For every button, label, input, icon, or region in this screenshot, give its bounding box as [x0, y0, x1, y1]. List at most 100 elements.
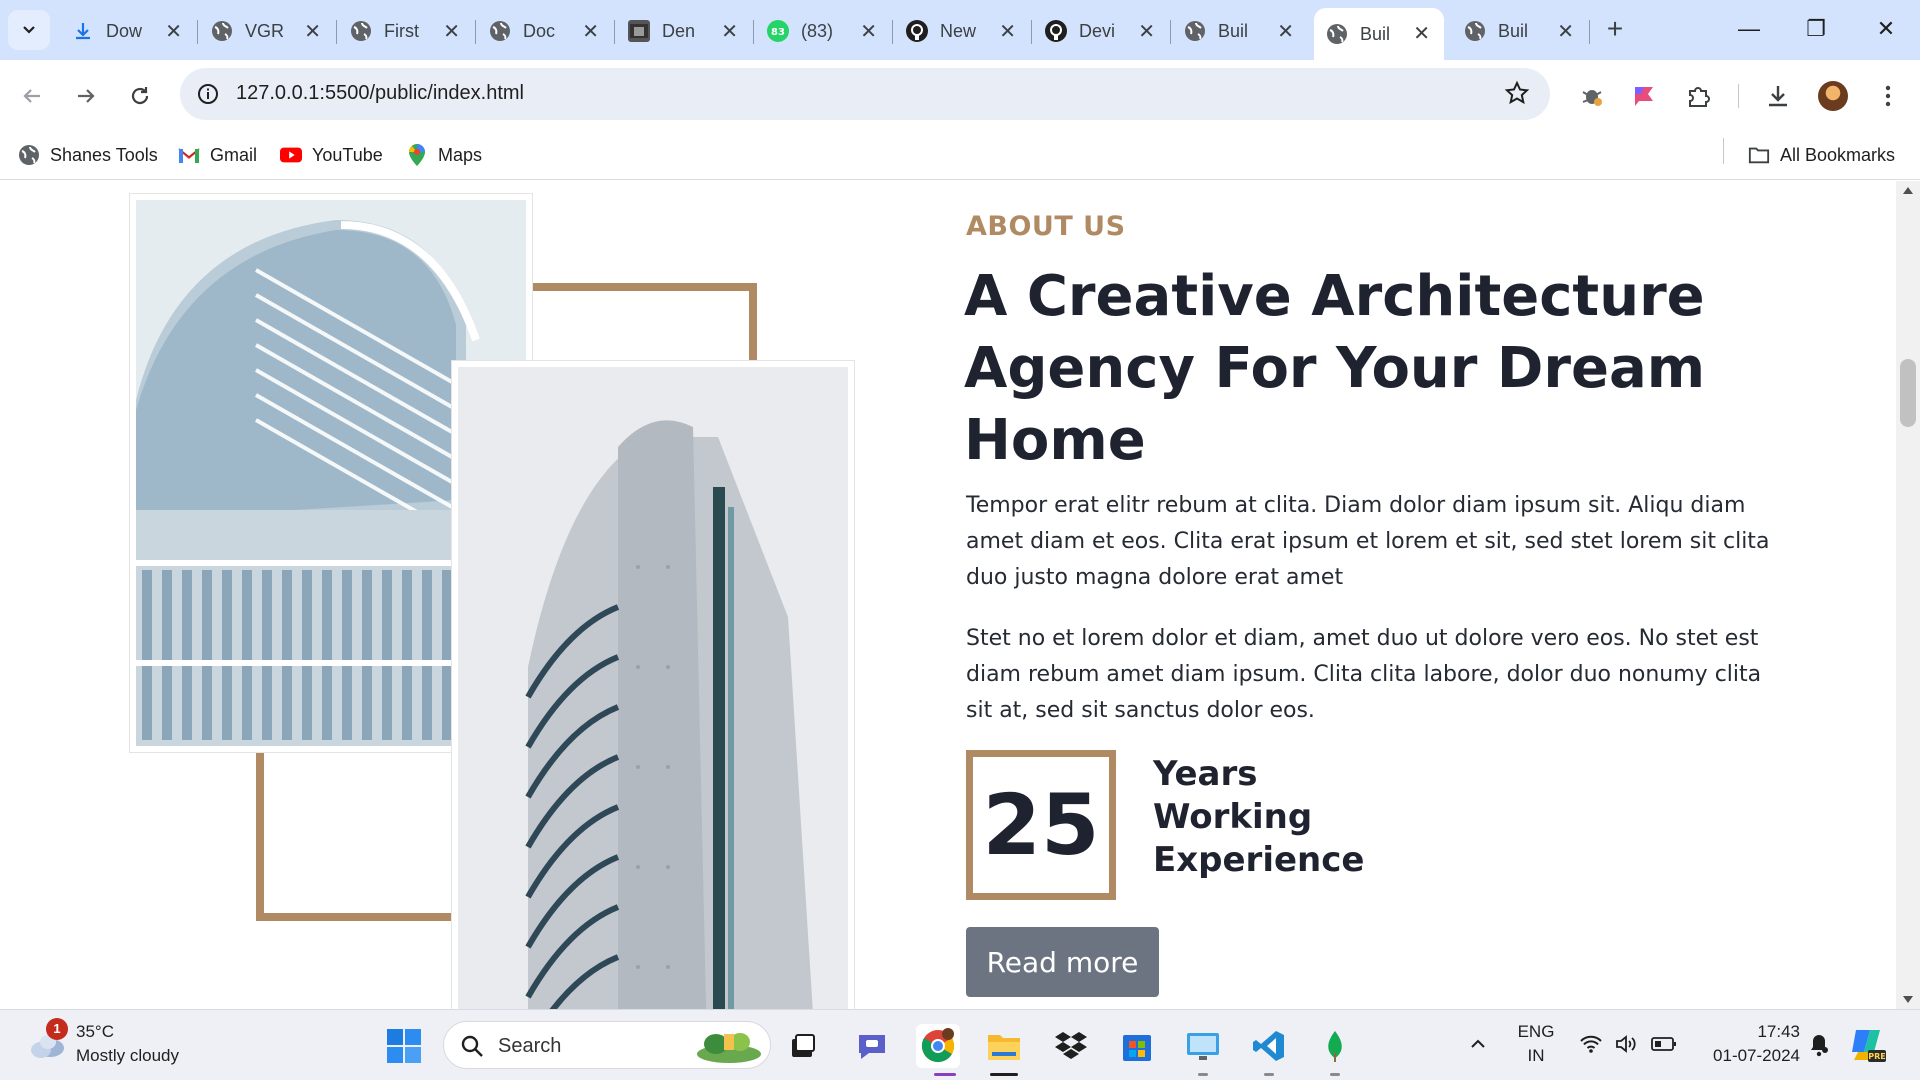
github-icon	[1045, 20, 1067, 42]
show-hidden-icons-button[interactable]	[1468, 1034, 1488, 1059]
folder-icon	[988, 1035, 1020, 1060]
bookmark-gmail[interactable]: Gmail	[178, 142, 257, 168]
svg-text:PRE: PRE	[1868, 1052, 1886, 1061]
task-view-button[interactable]	[781, 1024, 825, 1068]
tab-title: (83)	[801, 20, 834, 41]
years-label-line-1: Years	[1153, 754, 1258, 794]
taskbar-search[interactable]: Search	[443, 1021, 771, 1069]
bookmark-label: Maps	[438, 144, 483, 165]
vscode-icon	[1253, 1031, 1284, 1061]
start-button[interactable]	[382, 1024, 426, 1068]
avatar	[1818, 81, 1848, 111]
teams-chat-button[interactable]	[850, 1024, 894, 1068]
chrome-taskbar-button[interactable]	[916, 1024, 960, 1068]
battery-icon[interactable]	[1651, 1035, 1677, 1058]
close-icon[interactable]: ✕	[582, 19, 599, 44]
chrome-icon	[921, 1028, 955, 1063]
close-icon[interactable]: ✕	[860, 19, 877, 44]
bookmark-shanes-tools[interactable]: Shanes Tools	[18, 142, 158, 168]
download-icon	[72, 20, 94, 42]
new-tab-button[interactable]: +	[1599, 14, 1631, 46]
volume-icon[interactable]	[1614, 1034, 1638, 1059]
globe-icon	[1326, 23, 1348, 45]
back-button[interactable]	[14, 78, 50, 114]
dropbox-button[interactable]	[1049, 1024, 1093, 1068]
close-window-button[interactable]: ✕	[1866, 14, 1906, 46]
tab-whatsapp[interactable]: 83 (83) ✕	[755, 10, 891, 52]
mongodb-compass-button[interactable]	[1313, 1024, 1357, 1068]
extension-bug-icon[interactable]	[1572, 76, 1612, 116]
downloads-icon[interactable]	[1758, 76, 1798, 116]
monitor-icon	[1187, 1033, 1219, 1060]
tab-github-new[interactable]: New ✕	[894, 10, 1030, 52]
read-more-button[interactable]: Read more	[966, 927, 1159, 997]
scroll-down-arrow-icon[interactable]	[1903, 996, 1913, 1003]
bookmark-maps[interactable]: Maps	[406, 142, 482, 168]
bookmark-youtube[interactable]: YouTube	[280, 142, 383, 168]
microsoft-store-button[interactable]	[1115, 1024, 1159, 1068]
close-icon[interactable]: ✕	[999, 19, 1016, 44]
close-icon[interactable]: ✕	[1138, 19, 1155, 44]
tab-doc[interactable]: Doc ✕	[477, 10, 613, 52]
chrome-menu-icon[interactable]	[1868, 76, 1908, 116]
reload-button[interactable]	[122, 78, 158, 114]
minimize-button[interactable]: —	[1729, 14, 1769, 46]
github-icon	[906, 20, 928, 42]
tab-downloads[interactable]: Dow ✕	[60, 10, 196, 52]
years-counter: 25	[966, 750, 1116, 900]
tab-title: Buil	[1360, 23, 1391, 44]
folder-icon	[1748, 144, 1770, 166]
tab-title: First	[384, 20, 419, 41]
tab-vgr[interactable]: VGR ✕	[199, 10, 335, 52]
notification-badge: 1	[46, 1018, 68, 1040]
address-bar[interactable]: 127.0.0.1:5500/public/index.html	[180, 68, 1550, 120]
restore-button[interactable]: ❐	[1796, 14, 1836, 46]
tab-first[interactable]: First ✕	[338, 10, 474, 52]
tab-build-active[interactable]: Buil ✕	[1314, 8, 1444, 60]
close-icon[interactable]: ✕	[443, 19, 460, 44]
maps-icon	[406, 144, 428, 166]
copilot-icon[interactable]: PRE	[1848, 1026, 1888, 1069]
windows-logo-icon	[387, 1029, 421, 1063]
forward-button[interactable]	[68, 78, 104, 114]
chevron-down-icon	[23, 26, 35, 34]
scrollbar-thumb[interactable]	[1900, 359, 1916, 427]
address-url[interactable]: 127.0.0.1:5500/public/index.html	[236, 82, 524, 105]
tab-search-button[interactable]	[8, 10, 50, 50]
search-highlight-icon	[697, 1033, 761, 1063]
extension-flag-icon[interactable]	[1624, 76, 1664, 116]
close-icon[interactable]: ✕	[721, 19, 738, 44]
bookmark-star-icon[interactable]	[1504, 80, 1530, 111]
extensions-puzzle-icon[interactable]	[1678, 76, 1718, 116]
remote-desktop-button[interactable]	[1181, 1024, 1225, 1068]
tab-build-1[interactable]: Buil ✕	[1172, 10, 1308, 52]
svg-text:83: 83	[771, 27, 785, 38]
browser-tab-strip: Dow ✕ VGR ✕ First ✕ Doc ✕ Den ✕ 83 (83) …	[0, 0, 1920, 60]
close-icon[interactable]: ✕	[1557, 19, 1574, 44]
close-icon[interactable]: ✕	[1277, 19, 1294, 44]
scroll-up-arrow-icon[interactable]	[1903, 187, 1913, 194]
page-scrollbar[interactable]	[1896, 181, 1920, 1009]
profile-avatar[interactable]	[1813, 76, 1853, 116]
notification-bell-icon[interactable]	[1806, 1032, 1832, 1063]
site-info-icon[interactable]	[196, 82, 220, 111]
wifi-icon[interactable]	[1579, 1034, 1603, 1059]
bookmark-label: All Bookmarks	[1780, 144, 1896, 165]
all-bookmarks-button[interactable]: All Bookmarks	[1748, 142, 1895, 168]
vscode-button[interactable]	[1247, 1024, 1291, 1068]
arrow-left-icon	[23, 89, 40, 103]
close-icon[interactable]: ✕	[165, 19, 182, 44]
file-explorer-button[interactable]	[982, 1024, 1026, 1068]
search-icon	[461, 1035, 483, 1057]
building-image-2	[451, 360, 855, 1009]
weather-description: Mostly cloudy	[76, 1046, 179, 1065]
close-icon[interactable]: ✕	[304, 19, 321, 44]
arrow-right-icon	[78, 89, 95, 103]
about-kicker: ABOUT US	[966, 211, 1126, 242]
tab-github-devi[interactable]: Devi ✕	[1033, 10, 1169, 52]
close-icon[interactable]: ✕	[1413, 21, 1430, 46]
tab-den[interactable]: Den ✕	[616, 10, 752, 52]
tab-build-3[interactable]: Buil ✕	[1452, 10, 1588, 52]
globe-icon	[489, 20, 511, 42]
leaf-icon	[1328, 1031, 1342, 1062]
